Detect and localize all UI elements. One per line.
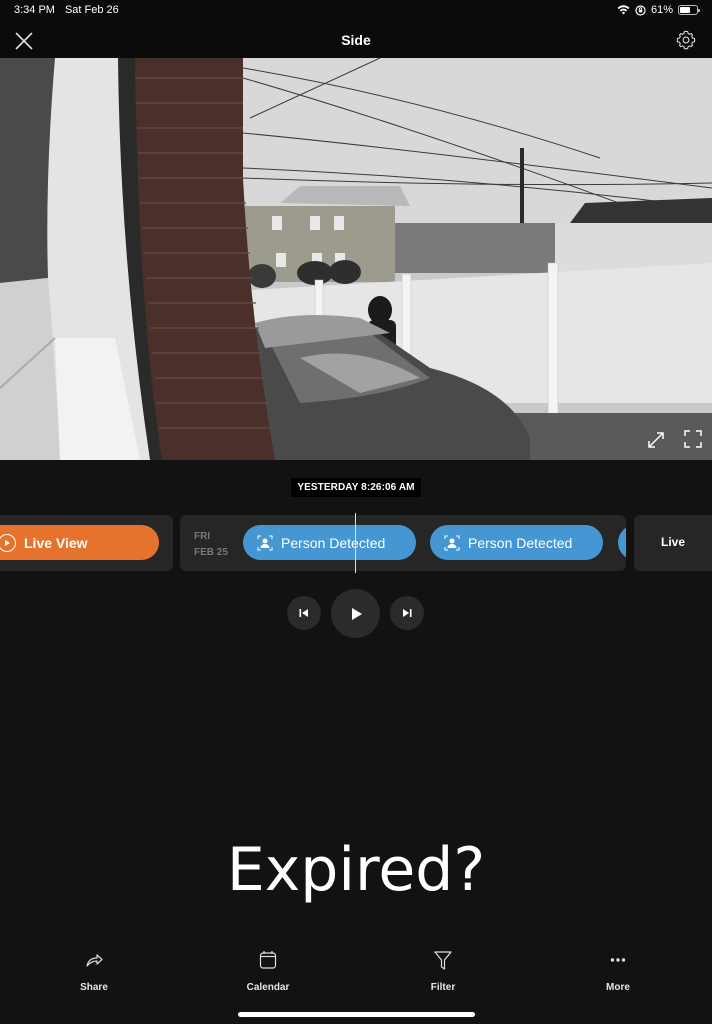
page-title: Side: [341, 32, 371, 48]
status-time: 3:34 PM: [14, 4, 55, 16]
filter-icon: [434, 951, 452, 970]
timestamp-text: YESTERDAY 8:26:06 AM: [291, 478, 421, 497]
next-button[interactable]: [390, 596, 424, 630]
share-icon: [86, 954, 103, 967]
overlay-caption: Expired?: [226, 835, 486, 905]
date-label: FEB 25: [194, 547, 228, 558]
wifi-icon: [617, 5, 630, 15]
settings-button[interactable]: [676, 30, 696, 50]
live-label: Live: [660, 535, 685, 549]
playback-controls: [0, 589, 712, 638]
play-circle-icon: [0, 533, 16, 552]
event-person-detected[interactable]: Person Detected: [243, 525, 416, 560]
event-label: Person Detected: [468, 534, 573, 551]
previous-button[interactable]: [287, 596, 321, 630]
status-bar: 3:34 PM Sat Feb 26 61%: [0, 0, 712, 22]
person-icon: [444, 535, 460, 550]
event-timeline[interactable]: Live View FRI FEB 25 Person Detected Per…: [0, 515, 712, 571]
expand-button[interactable]: [646, 430, 666, 450]
live-view-label: Live View: [24, 534, 88, 551]
skip-previous-icon: [299, 609, 308, 617]
playhead[interactable]: [355, 513, 356, 573]
share-button[interactable]: Share: [54, 940, 134, 993]
battery-icon: [678, 5, 700, 15]
day-events-card: FRI FEB 25 Person Detected Person Detect…: [180, 515, 626, 571]
more-button[interactable]: More: [578, 940, 658, 993]
gear-icon: [676, 30, 696, 50]
filter-button[interactable]: Filter: [403, 940, 483, 993]
person-icon: [257, 535, 273, 550]
calendar-label: Calendar: [246, 982, 290, 993]
camera-feed[interactable]: [0, 58, 712, 460]
live-view-card: Live View: [0, 515, 173, 571]
play-button[interactable]: [331, 589, 380, 638]
timestamp-label: YESTERDAY 8:26:06 AM: [0, 477, 712, 497]
live-card[interactable]: Live: [634, 515, 712, 571]
filter-label: Filter: [430, 982, 456, 993]
expand-icon: [648, 432, 664, 448]
more-icon: [610, 958, 626, 962]
calendar-icon: [259, 951, 277, 969]
fullscreen-icon: [684, 430, 702, 448]
fullscreen-button[interactable]: [683, 429, 703, 449]
event-person-detected[interactable]: Person Detected: [430, 525, 603, 560]
camera-image: [0, 58, 712, 460]
home-indicator[interactable]: [238, 1012, 475, 1017]
bottom-toolbar: Share Calendar Filter More: [0, 940, 712, 1010]
more-label: More: [606, 982, 630, 993]
event-partial[interactable]: [618, 525, 626, 560]
status-date: Sat Feb 26: [64, 4, 119, 16]
share-label: Share: [80, 982, 108, 993]
event-label: Person Detected: [281, 534, 386, 551]
orientation-lock-icon: [635, 4, 646, 16]
skip-next-icon: [403, 609, 412, 617]
nav-bar: Side: [0, 22, 712, 58]
battery-percent: 61%: [650, 4, 673, 16]
day-label: FRI: [194, 531, 211, 542]
calendar-button[interactable]: Calendar: [228, 940, 308, 993]
day-date-label: FRI FEB 25: [194, 529, 228, 561]
play-icon: [351, 607, 362, 620]
live-view-button[interactable]: Live View: [0, 525, 159, 560]
